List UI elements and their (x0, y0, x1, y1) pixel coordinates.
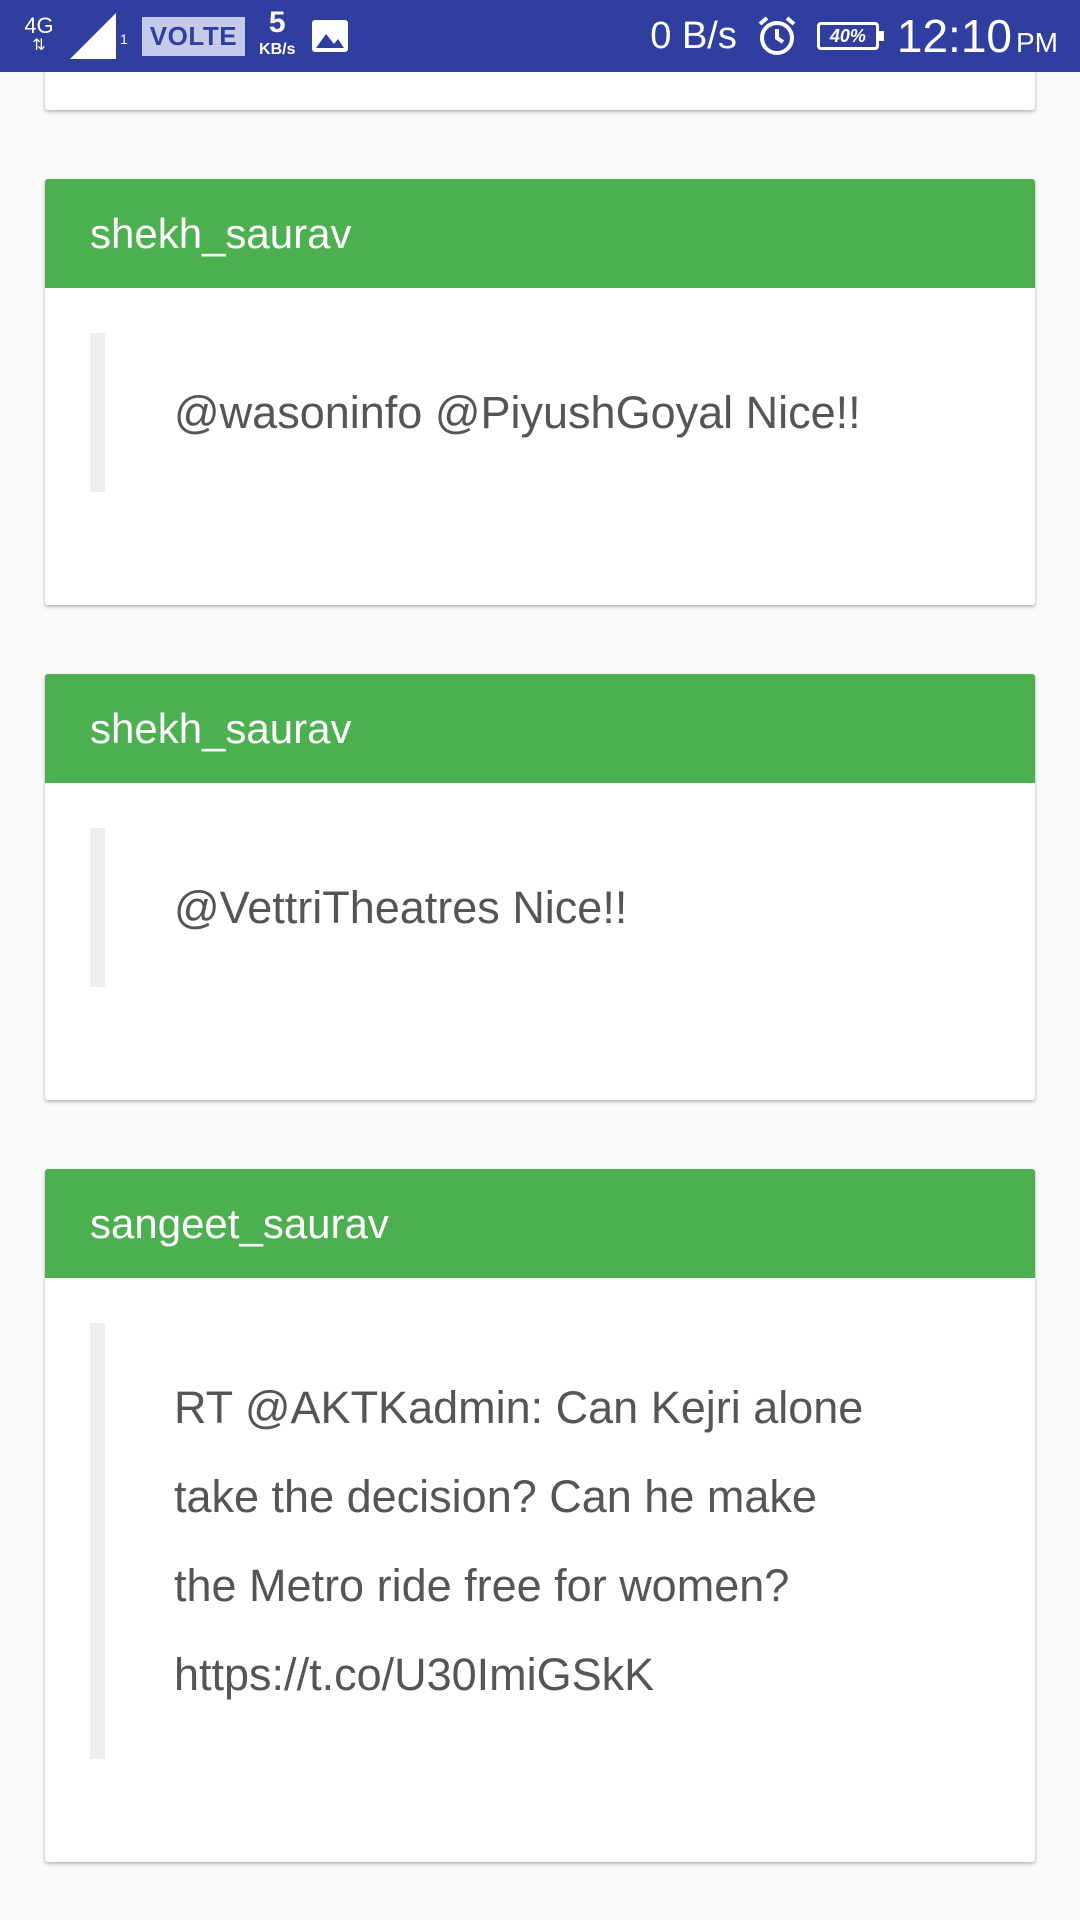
post-body: @VettriTheatres Nice!! (45, 783, 1035, 987)
post-card[interactable]: sangeet_saurav RT @AKTKadmin: Can Kejri … (45, 1169, 1035, 1862)
network-type: 4G (24, 13, 54, 38)
signal-icon (70, 13, 116, 59)
image-icon (311, 20, 348, 52)
data-rate-value: 5 (268, 5, 286, 39)
post-body: RT @AKTKadmin: Can Kejri alone take the … (45, 1278, 1035, 1759)
battery-level: 40% (829, 25, 866, 46)
data-rate: 5 KB/s (259, 7, 296, 61)
volte-badge: VOLTE (141, 16, 246, 56)
post-text: @VettriTheatres Nice!! (90, 828, 990, 987)
network-speed: 0 B/s (650, 14, 737, 57)
status-left: 4G ⇅ 1 VOLTE 5 KB/s (22, 7, 350, 61)
data-rate-unit: KB/s (259, 40, 296, 58)
post-card[interactable]: shekh_saurav @VettriTheatres Nice!! (45, 674, 1035, 1100)
clock-ampm: PM (1016, 27, 1058, 58)
post-text: @wasoninfo @PiyushGoyal Nice!! (90, 333, 990, 492)
clock-time: 12:10 (896, 10, 1012, 62)
post-username: sangeet_saurav (45, 1169, 1035, 1278)
sim-slot: 1 (120, 30, 128, 47)
alarm-icon (758, 16, 796, 55)
post-username: shekh_saurav (45, 179, 1035, 288)
post-body: @wasoninfo @PiyushGoyal Nice!! (45, 288, 1035, 492)
post-text: RT @AKTKadmin: Can Kejri alone take the … (90, 1323, 990, 1759)
network-indicator: 4G ⇅ (22, 13, 56, 56)
post-card[interactable]: shekh_saurav @wasoninfo @PiyushGoyal Nic… (45, 179, 1035, 605)
clock: 12:10 PM (897, 9, 1058, 63)
post-username: shekh_saurav (45, 674, 1035, 783)
status-right: 0 B/s 40% 12:10 PM (650, 9, 1058, 63)
network-arrows-icon: ⇅ (32, 37, 46, 54)
battery-icon: 40% (816, 22, 884, 50)
status-bar: 4G ⇅ 1 VOLTE 5 KB/s 0 B/s 40% 12:10 PM (0, 0, 1080, 72)
